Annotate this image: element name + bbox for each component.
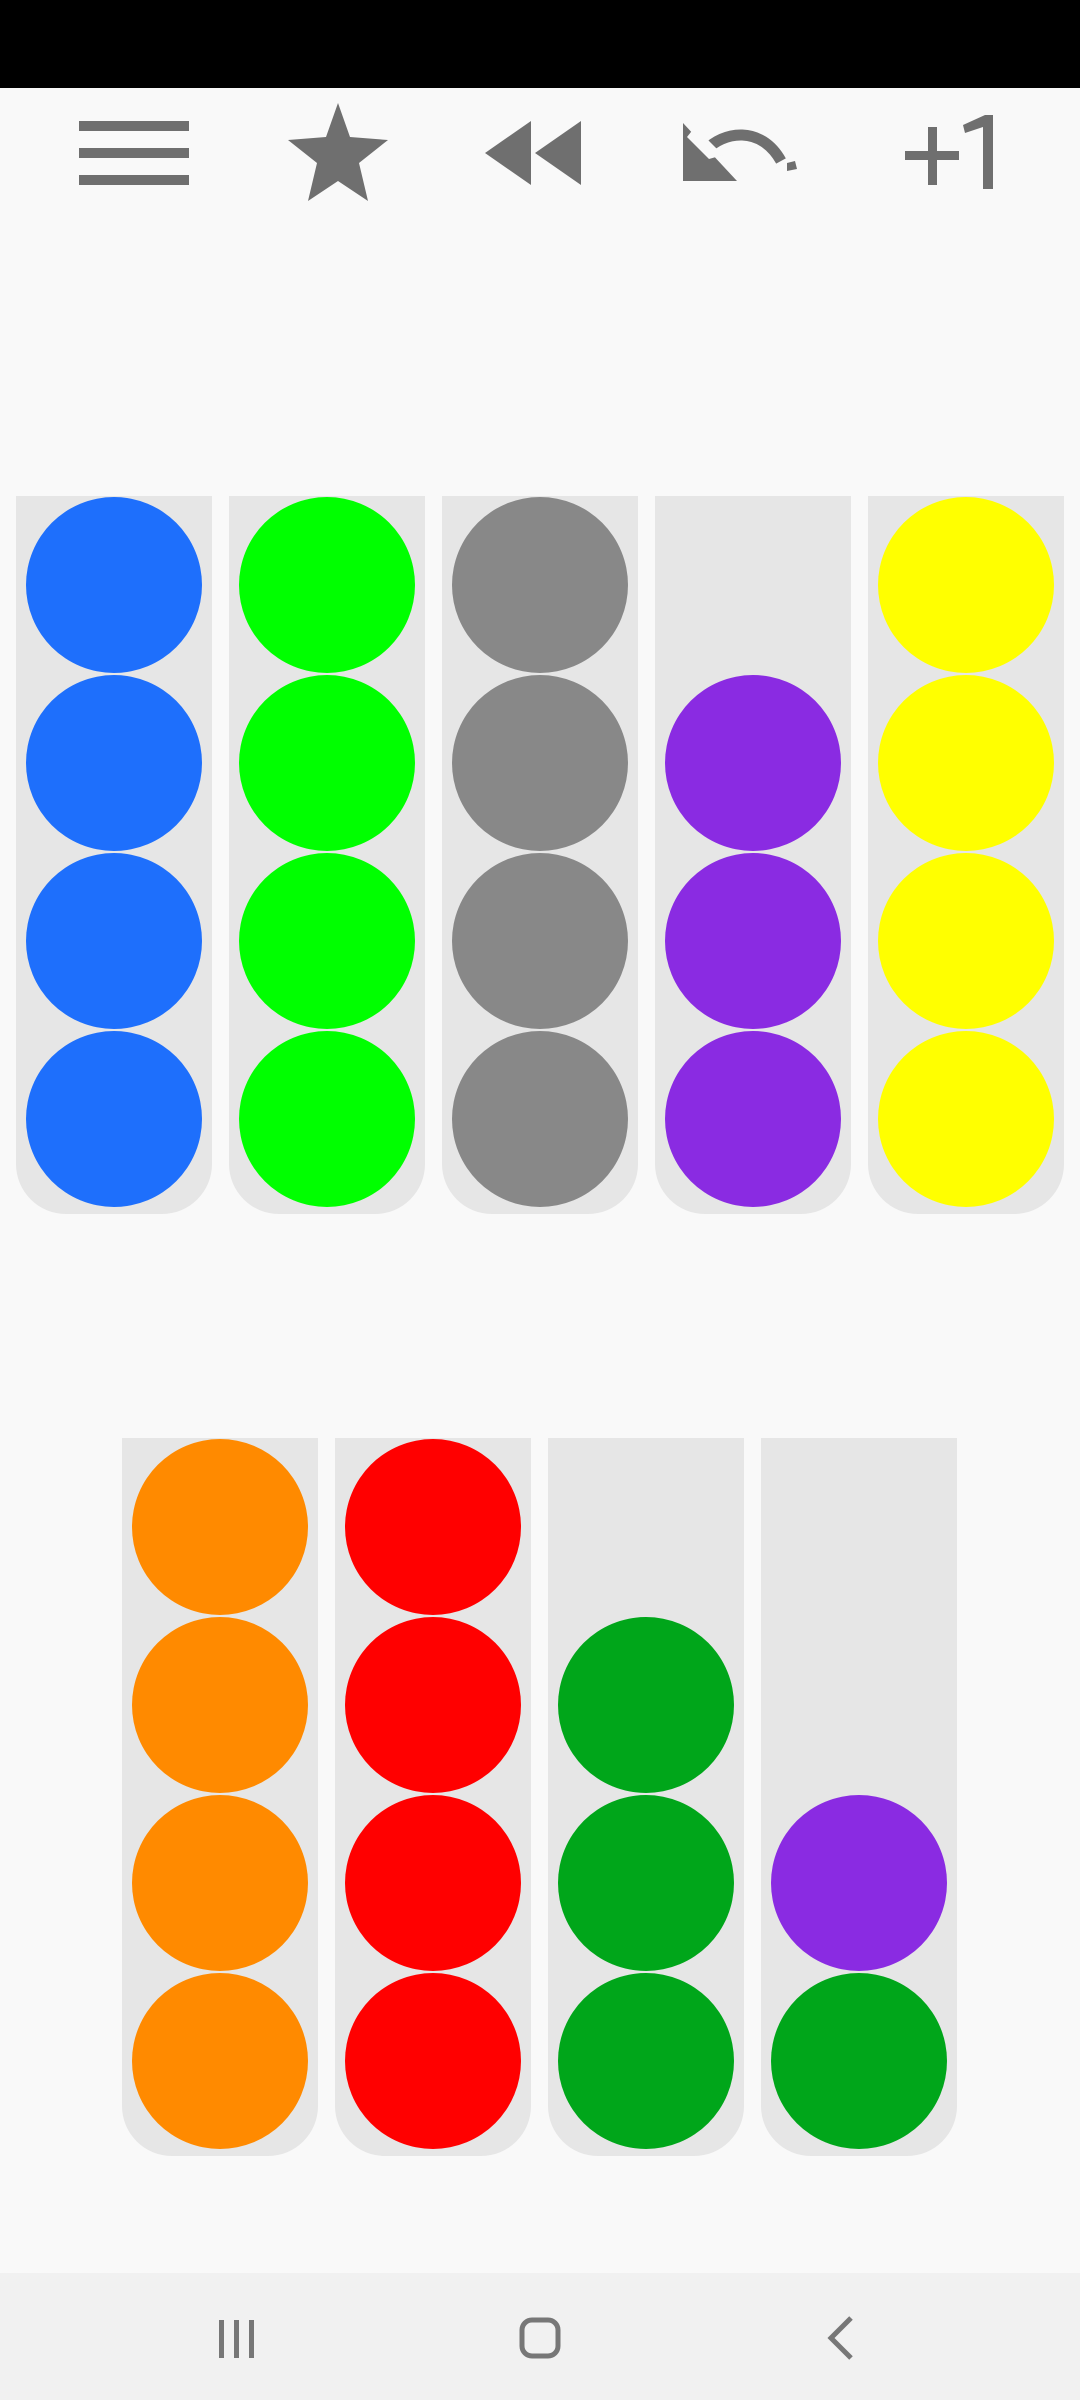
ball-purple	[665, 853, 841, 1029]
ball-gray	[452, 497, 628, 673]
ball-lime	[239, 1031, 415, 1207]
ball-green	[771, 1973, 947, 2149]
ball-red	[345, 1795, 521, 1971]
tube-6[interactable]	[122, 1438, 318, 2156]
ball-green	[558, 1973, 734, 2149]
ball-lime	[239, 497, 415, 673]
home-icon	[519, 2317, 561, 2359]
ball-purple	[771, 1795, 947, 1971]
back-icon	[827, 2316, 853, 2360]
ball-blue	[26, 853, 202, 1029]
ball-purple	[665, 675, 841, 851]
ball-orange	[132, 1617, 308, 1793]
ball-red	[345, 1617, 521, 1793]
ball-blue	[26, 497, 202, 673]
ball-red	[345, 1439, 521, 1615]
ball-lime	[239, 853, 415, 1029]
ball-gray	[452, 853, 628, 1029]
home-button[interactable]	[480, 2293, 600, 2383]
back-button[interactable]	[781, 2293, 901, 2383]
tube-1[interactable]	[16, 496, 212, 1214]
game-board	[0, 0, 1080, 2400]
ball-green	[558, 1617, 734, 1793]
tube-8[interactable]	[548, 1438, 744, 2156]
ball-orange	[132, 1795, 308, 1971]
ball-orange	[132, 1973, 308, 2149]
ball-gray	[452, 675, 628, 851]
tube-3[interactable]	[442, 496, 638, 1214]
ball-orange	[132, 1439, 308, 1615]
recents-icon	[219, 2320, 254, 2358]
tube-2[interactable]	[229, 496, 425, 1214]
ball-blue	[26, 1031, 202, 1207]
ball-blue	[26, 675, 202, 851]
ball-lime	[239, 675, 415, 851]
recents-button[interactable]	[177, 2293, 297, 2383]
tube-9[interactable]	[761, 1438, 957, 2156]
ball-yellow	[878, 675, 1054, 851]
tube-7[interactable]	[335, 1438, 531, 2156]
ball-yellow	[878, 1031, 1054, 1207]
tube-5[interactable]	[868, 496, 1064, 1214]
ball-yellow	[878, 853, 1054, 1029]
ball-yellow	[878, 497, 1054, 673]
ball-red	[345, 1973, 521, 2149]
ball-green	[558, 1795, 734, 1971]
ball-purple	[665, 1031, 841, 1207]
ball-gray	[452, 1031, 628, 1207]
navigation-bar	[0, 2273, 1080, 2400]
tube-4[interactable]	[655, 496, 851, 1214]
